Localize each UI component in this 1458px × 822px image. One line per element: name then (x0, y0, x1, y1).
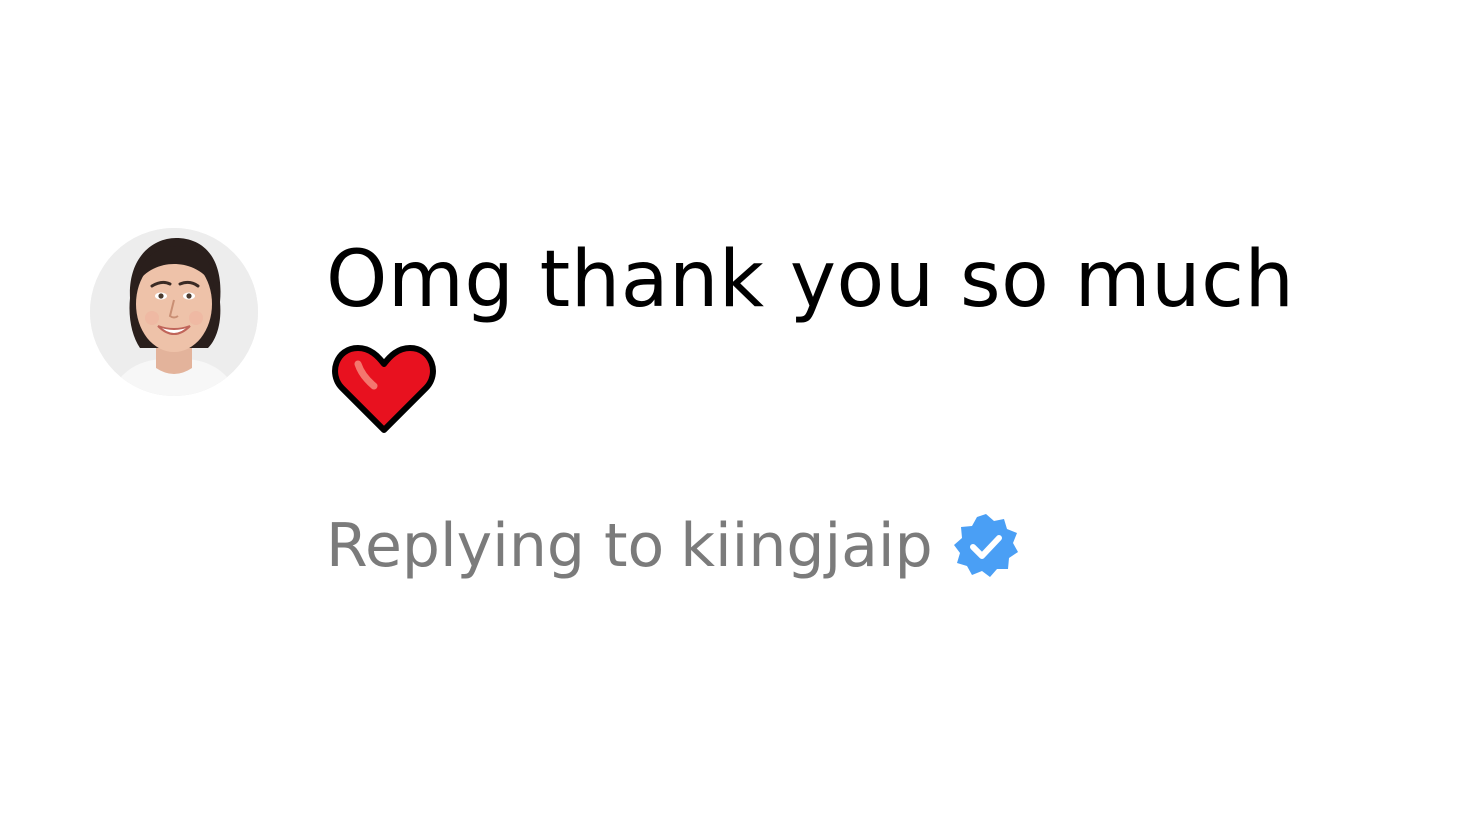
replying-to-label: Replying to (326, 511, 665, 581)
comment-text: Omg thank you so much (326, 235, 1295, 325)
verified-badge-icon (953, 514, 1018, 577)
avatar[interactable] (90, 228, 258, 396)
avatar-image (90, 228, 258, 396)
reply-username-link[interactable]: kiingjaip (680, 510, 932, 582)
replying-to-line: Replying to kiingjaip (326, 510, 1416, 582)
red-heart-icon (332, 345, 436, 433)
comment-body: Omg thank you so much Replying to kiingj… (326, 232, 1416, 582)
